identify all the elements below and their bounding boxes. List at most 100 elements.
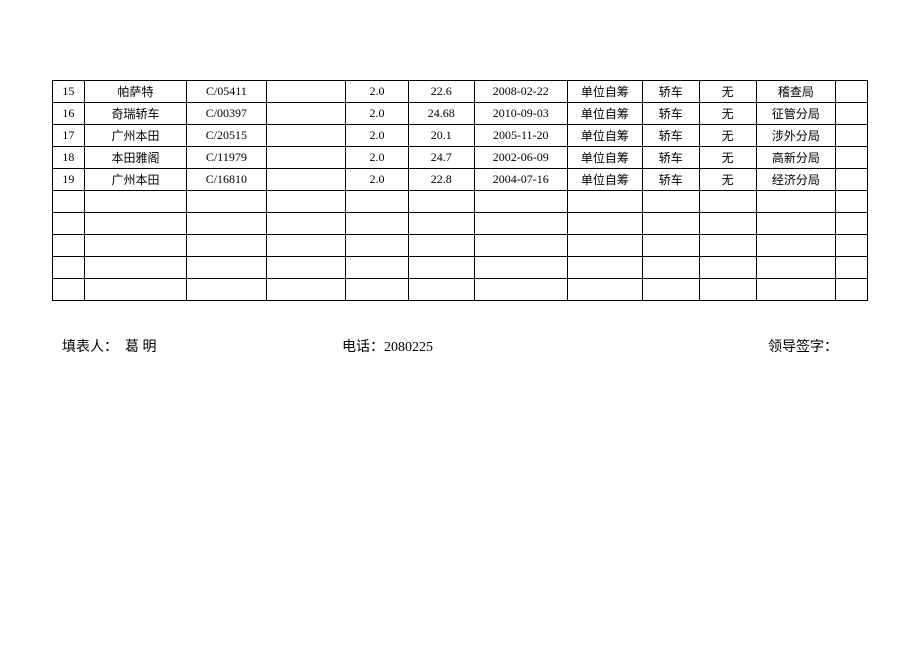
cell-status: 无 [699, 169, 756, 191]
cell-empty [836, 213, 868, 235]
form-footer: 填表人： 葛 明 电话：2080225 领导签字： [52, 336, 868, 356]
cell-qty: 20.1 [408, 125, 474, 147]
cell-spec: 2.0 [346, 169, 409, 191]
filler-name: 葛 明 [125, 340, 157, 355]
cell-empty [836, 279, 868, 301]
cell-type: 轿车 [642, 147, 699, 169]
cell-empty [187, 213, 267, 235]
cell-last [836, 103, 868, 125]
cell-code: C/05411 [187, 81, 267, 103]
cell-empty [84, 257, 186, 279]
cell-blank1 [266, 125, 346, 147]
cell-empty [53, 213, 85, 235]
cell-name: 奇瑞轿车 [84, 103, 186, 125]
cell-empty [346, 213, 409, 235]
table-row: 17广州本田C/205152.020.12005-11-20单位自筹轿车无涉外分… [53, 125, 868, 147]
cell-empty [699, 235, 756, 257]
cell-empty [408, 235, 474, 257]
cell-empty [266, 191, 346, 213]
cell-dept: 稽查局 [756, 81, 836, 103]
cell-empty [567, 257, 642, 279]
phone-value: 2080225 [384, 340, 433, 355]
cell-empty [756, 191, 836, 213]
cell-blank1 [266, 81, 346, 103]
cell-status: 无 [699, 81, 756, 103]
cell-idx: 16 [53, 103, 85, 125]
cell-empty [699, 213, 756, 235]
cell-empty [53, 191, 85, 213]
cell-date: 2008-02-22 [474, 81, 567, 103]
cell-qty: 24.7 [408, 147, 474, 169]
cell-empty [346, 191, 409, 213]
signature-section: 领导签字： [642, 336, 858, 356]
cell-last [836, 125, 868, 147]
cell-source: 单位自筹 [567, 103, 642, 125]
cell-idx: 15 [53, 81, 85, 103]
table-row: 19广州本田C/168102.022.82004-07-16单位自筹轿车无经济分… [53, 169, 868, 191]
cell-empty [84, 235, 186, 257]
phone-label: 电话： [342, 340, 384, 355]
cell-code: C/00397 [187, 103, 267, 125]
cell-empty [642, 191, 699, 213]
cell-date: 2004-07-16 [474, 169, 567, 191]
cell-source: 单位自筹 [567, 81, 642, 103]
cell-source: 单位自筹 [567, 125, 642, 147]
cell-empty [567, 235, 642, 257]
cell-dept: 征管分局 [756, 103, 836, 125]
cell-empty [408, 257, 474, 279]
cell-empty [567, 279, 642, 301]
cell-source: 单位自筹 [567, 147, 642, 169]
cell-empty [474, 191, 567, 213]
cell-spec: 2.0 [346, 81, 409, 103]
cell-empty [84, 213, 186, 235]
cell-empty [642, 257, 699, 279]
cell-dept: 高新分局 [756, 147, 836, 169]
cell-empty [346, 279, 409, 301]
cell-spec: 2.0 [346, 147, 409, 169]
cell-empty [53, 279, 85, 301]
cell-name: 广州本田 [84, 169, 186, 191]
cell-spec: 2.0 [346, 125, 409, 147]
cell-status: 无 [699, 125, 756, 147]
cell-empty [756, 213, 836, 235]
cell-qty: 22.8 [408, 169, 474, 191]
cell-empty [266, 257, 346, 279]
cell-name: 本田雅阁 [84, 147, 186, 169]
cell-empty [408, 191, 474, 213]
cell-code: C/16810 [187, 169, 267, 191]
cell-dept: 经济分局 [756, 169, 836, 191]
cell-name: 帕萨特 [84, 81, 186, 103]
cell-empty [266, 213, 346, 235]
cell-blank1 [266, 103, 346, 125]
table-row-empty [53, 279, 868, 301]
cell-empty [836, 235, 868, 257]
cell-code: C/20515 [187, 125, 267, 147]
cell-blank1 [266, 147, 346, 169]
cell-empty [474, 279, 567, 301]
cell-code: C/11979 [187, 147, 267, 169]
cell-empty [642, 235, 699, 257]
cell-empty [187, 235, 267, 257]
cell-empty [408, 213, 474, 235]
filler-label: 填表人： [62, 340, 118, 355]
cell-date: 2010-09-03 [474, 103, 567, 125]
cell-blank1 [266, 169, 346, 191]
table-row-empty [53, 235, 868, 257]
cell-qty: 24.68 [408, 103, 474, 125]
cell-empty [642, 213, 699, 235]
cell-empty [187, 257, 267, 279]
filler-section: 填表人： 葛 明 [62, 336, 342, 356]
cell-empty [756, 279, 836, 301]
cell-empty [642, 279, 699, 301]
cell-empty [346, 257, 409, 279]
table-row-empty [53, 191, 868, 213]
cell-empty [836, 257, 868, 279]
cell-type: 轿车 [642, 169, 699, 191]
cell-empty [567, 191, 642, 213]
cell-empty [836, 191, 868, 213]
table-row: 15帕萨特C/054112.022.62008-02-22单位自筹轿车无稽查局 [53, 81, 868, 103]
cell-empty [408, 279, 474, 301]
cell-empty [187, 191, 267, 213]
cell-status: 无 [699, 103, 756, 125]
cell-type: 轿车 [642, 103, 699, 125]
